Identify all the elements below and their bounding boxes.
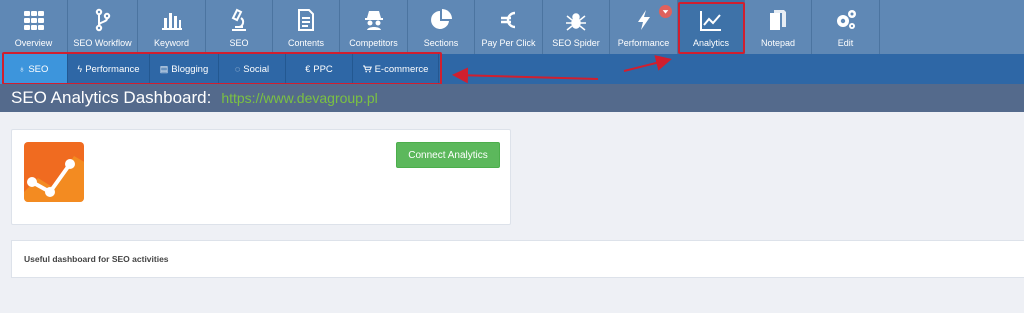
toolbar-item-analytics[interactable]: Analytics [678, 0, 745, 54]
toolbar-item-label: Sections [423, 38, 459, 48]
toolbar-item-performance[interactable]: Performance [610, 0, 678, 54]
toolbar-item-label: SEO Workflow [73, 38, 132, 48]
toolbar-item-edit[interactable]: Edit [812, 0, 880, 54]
workflow-icon [91, 8, 115, 32]
subnav-item-label: Blogging [171, 63, 209, 75]
spy-icon [362, 8, 386, 32]
toolbar-item-label: Analytics [692, 38, 729, 48]
bolt-icon [632, 8, 656, 32]
subnav-item-social[interactable]: ◌ Social [219, 54, 286, 84]
toolbar-item-label: Notepad [760, 38, 796, 48]
bar-chart-icon [160, 8, 184, 32]
line-chart-icon [699, 8, 723, 32]
toolbar-item-label: SEO Spider [552, 38, 600, 48]
toolbar-item-overview[interactable]: Overview [0, 0, 68, 54]
notepad-icon [766, 8, 790, 32]
subnav-item-label: E-commerce [374, 63, 429, 75]
toolbar-item-label: Competitors [349, 38, 398, 48]
subnav-item-blogging[interactable]: ▤ Blogging [150, 54, 219, 84]
page-title-bar: SEO Analytics Dashboard: https://www.dev… [0, 84, 1024, 112]
toolbar-item-pay-per-click[interactable]: Pay Per Click [475, 0, 543, 54]
grid-icon [22, 8, 46, 32]
toolbar-item-seo-spider[interactable]: SEO Spider [543, 0, 610, 54]
info-panel: Useful dashboard for SEO activities [11, 240, 1024, 278]
toolbar-item-label: Contents [287, 38, 325, 48]
toolbar-item-keyword[interactable]: Keyword [138, 0, 206, 54]
subnav-item-label: PPC [313, 63, 333, 75]
subnav-item-seo[interactable]: ♁ SEO [0, 54, 68, 84]
toolbar-item-label: Overview [14, 38, 53, 48]
sub-navigation: ♁ SEO ϟ Performance ▤ Blogging ◌ Social … [0, 54, 1024, 84]
microscope-icon: ♁ [18, 64, 26, 74]
toolbar-item-label: Pay Per Click [481, 38, 536, 48]
bolt-icon: ϟ [77, 64, 83, 74]
dropdown-badge-icon[interactable] [659, 5, 672, 18]
page-title: SEO Analytics Dashboard: [11, 88, 212, 107]
main-toolbar: Overview SEO Workflow Keyword SEO Conten… [0, 0, 1024, 54]
toolbar-item-notepad[interactable]: Notepad [745, 0, 812, 54]
toolbar-item-competitors[interactable]: Competitors [340, 0, 408, 54]
toolbar-item-sections[interactable]: Sections [408, 0, 475, 54]
info-text: Useful dashboard for SEO activities [24, 254, 169, 264]
toolbar-item-label: SEO [229, 38, 249, 48]
spider-icon [564, 8, 588, 32]
connect-analytics-button[interactable]: Connect Analytics [396, 142, 500, 168]
toolbar-item-label: Performance [617, 38, 670, 48]
subnav-item-label: Performance [85, 63, 140, 75]
document-icon [294, 8, 318, 32]
toolbar-item-label: Edit [837, 38, 854, 48]
cart-icon [362, 65, 372, 73]
subnav-item-label: Social [243, 63, 270, 75]
pie-chart-icon [429, 8, 453, 32]
site-url[interactable]: https://www.devagroup.pl [221, 90, 377, 106]
microscope-icon [227, 8, 251, 32]
toolbar-item-contents[interactable]: Contents [273, 0, 340, 54]
euro-icon: € [305, 64, 311, 74]
google-analytics-logo [24, 142, 84, 202]
toolbar-item-seo[interactable]: SEO [206, 0, 273, 54]
document-icon: ▤ [159, 63, 169, 74]
gears-icon [834, 8, 858, 32]
subnav-item-ppc[interactable]: € PPC [286, 54, 353, 84]
subnav-item-e-commerce[interactable]: E-commerce [353, 54, 439, 84]
subnav-item-label: SEO [28, 63, 49, 75]
toolbar-item-seo-workflow[interactable]: SEO Workflow [68, 0, 138, 54]
subnav-item-performance[interactable]: ϟ Performance [68, 54, 150, 84]
chat-icon: ◌ [234, 64, 241, 74]
euro-icon [497, 8, 521, 32]
analytics-connect-card: Connect Analytics [11, 129, 511, 225]
toolbar-item-label: Keyword [153, 38, 189, 48]
